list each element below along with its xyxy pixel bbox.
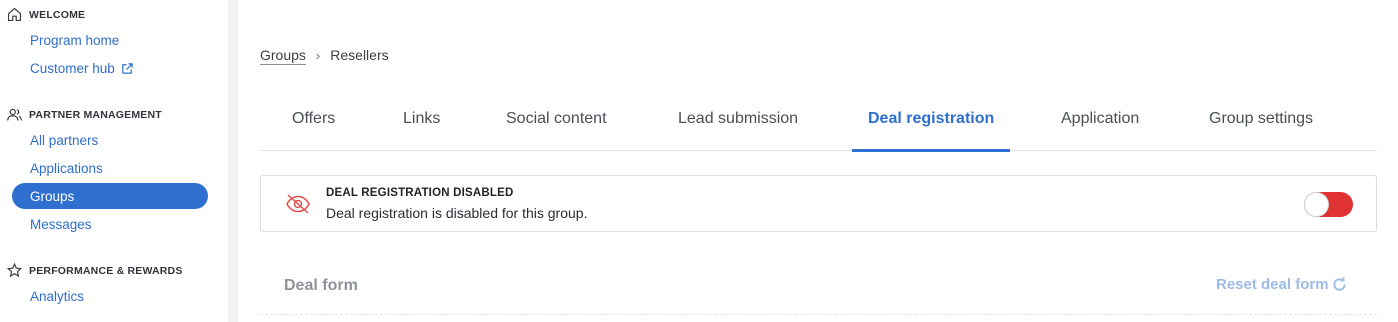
sidebar-item-program-home[interactable]: Program home xyxy=(12,27,208,53)
breadcrumb-groups-link[interactable]: Groups xyxy=(260,47,306,63)
reset-deal-form-button[interactable]: Reset deal form xyxy=(1216,276,1348,293)
home-icon xyxy=(7,7,22,22)
main-content: Groups › Resellers Offers Links Social c… xyxy=(238,0,1398,322)
section-partner-management: PARTNER MANAGEMENT xyxy=(6,106,162,123)
section-heading: WELCOME xyxy=(29,8,86,21)
refresh-icon xyxy=(1332,277,1346,291)
notice-title: DEAL REGISTRATION DISABLED xyxy=(326,187,514,199)
section-performance-rewards: PERFORMANCE & REWARDS xyxy=(6,262,183,279)
tab-offers[interactable]: Offers xyxy=(292,100,335,151)
tab-links[interactable]: Links xyxy=(403,100,440,151)
deal-registration-status-card: DEAL REGISTRATION DISABLED Deal registra… xyxy=(260,175,1377,232)
sidebar-item-analytics[interactable]: Analytics xyxy=(12,283,208,309)
tab-bar: Offers Links Social content Lead submiss… xyxy=(260,100,1377,152)
sidebar-item-label: Analytics xyxy=(30,288,85,304)
sidebar-item-label: Program home xyxy=(30,32,120,48)
star-icon xyxy=(6,262,23,278)
sidebar-item-customer-hub[interactable]: Customer hub xyxy=(12,55,208,81)
sidebar-item-applications[interactable]: Applications xyxy=(12,155,208,181)
tab-social-content[interactable]: Social content xyxy=(506,100,607,151)
sidebar-item-label: Applications xyxy=(30,160,103,176)
section-heading: PARTNER MANAGEMENT xyxy=(29,108,162,121)
sidebar-item-label: Customer hub xyxy=(30,60,115,76)
form-divider xyxy=(260,314,1377,315)
notice-text: Deal registration is disabled for this g… xyxy=(326,205,588,221)
section-welcome: WELCOME xyxy=(6,6,85,23)
sidebar-item-label: Messages xyxy=(30,216,92,232)
toggle-knob xyxy=(1305,193,1328,216)
section-heading: PERFORMANCE & REWARDS xyxy=(29,264,183,277)
tab-group-settings[interactable]: Group settings xyxy=(1209,100,1313,151)
eye-off-icon xyxy=(286,194,310,214)
sidebar-item-groups[interactable]: Groups xyxy=(12,183,208,209)
deal-form-heading: Deal form xyxy=(284,277,358,294)
sidebar-item-label: Groups xyxy=(30,188,75,204)
breadcrumb-separator: › xyxy=(315,47,321,63)
tab-deal-registration[interactable]: Deal registration xyxy=(851,100,1011,152)
tab-lead-submission[interactable]: Lead submission xyxy=(678,100,798,151)
sidebar-item-all-partners[interactable]: All partners xyxy=(12,127,208,153)
tab-application[interactable]: Application xyxy=(1061,100,1139,151)
sidebar-divider xyxy=(228,0,238,322)
external-link-icon xyxy=(122,62,133,74)
reset-deal-form-label: Reset deal form xyxy=(1216,276,1329,293)
sidebar-item-messages[interactable]: Messages xyxy=(12,211,208,237)
breadcrumb: Groups › Resellers xyxy=(260,47,389,63)
sidebar: WELCOME Program home Customer hub PARTNE… xyxy=(0,0,228,322)
users-icon xyxy=(7,108,22,121)
sidebar-item-label: All partners xyxy=(30,132,99,148)
breadcrumb-current: Resellers xyxy=(330,47,389,63)
deal-registration-toggle[interactable] xyxy=(1304,192,1353,217)
